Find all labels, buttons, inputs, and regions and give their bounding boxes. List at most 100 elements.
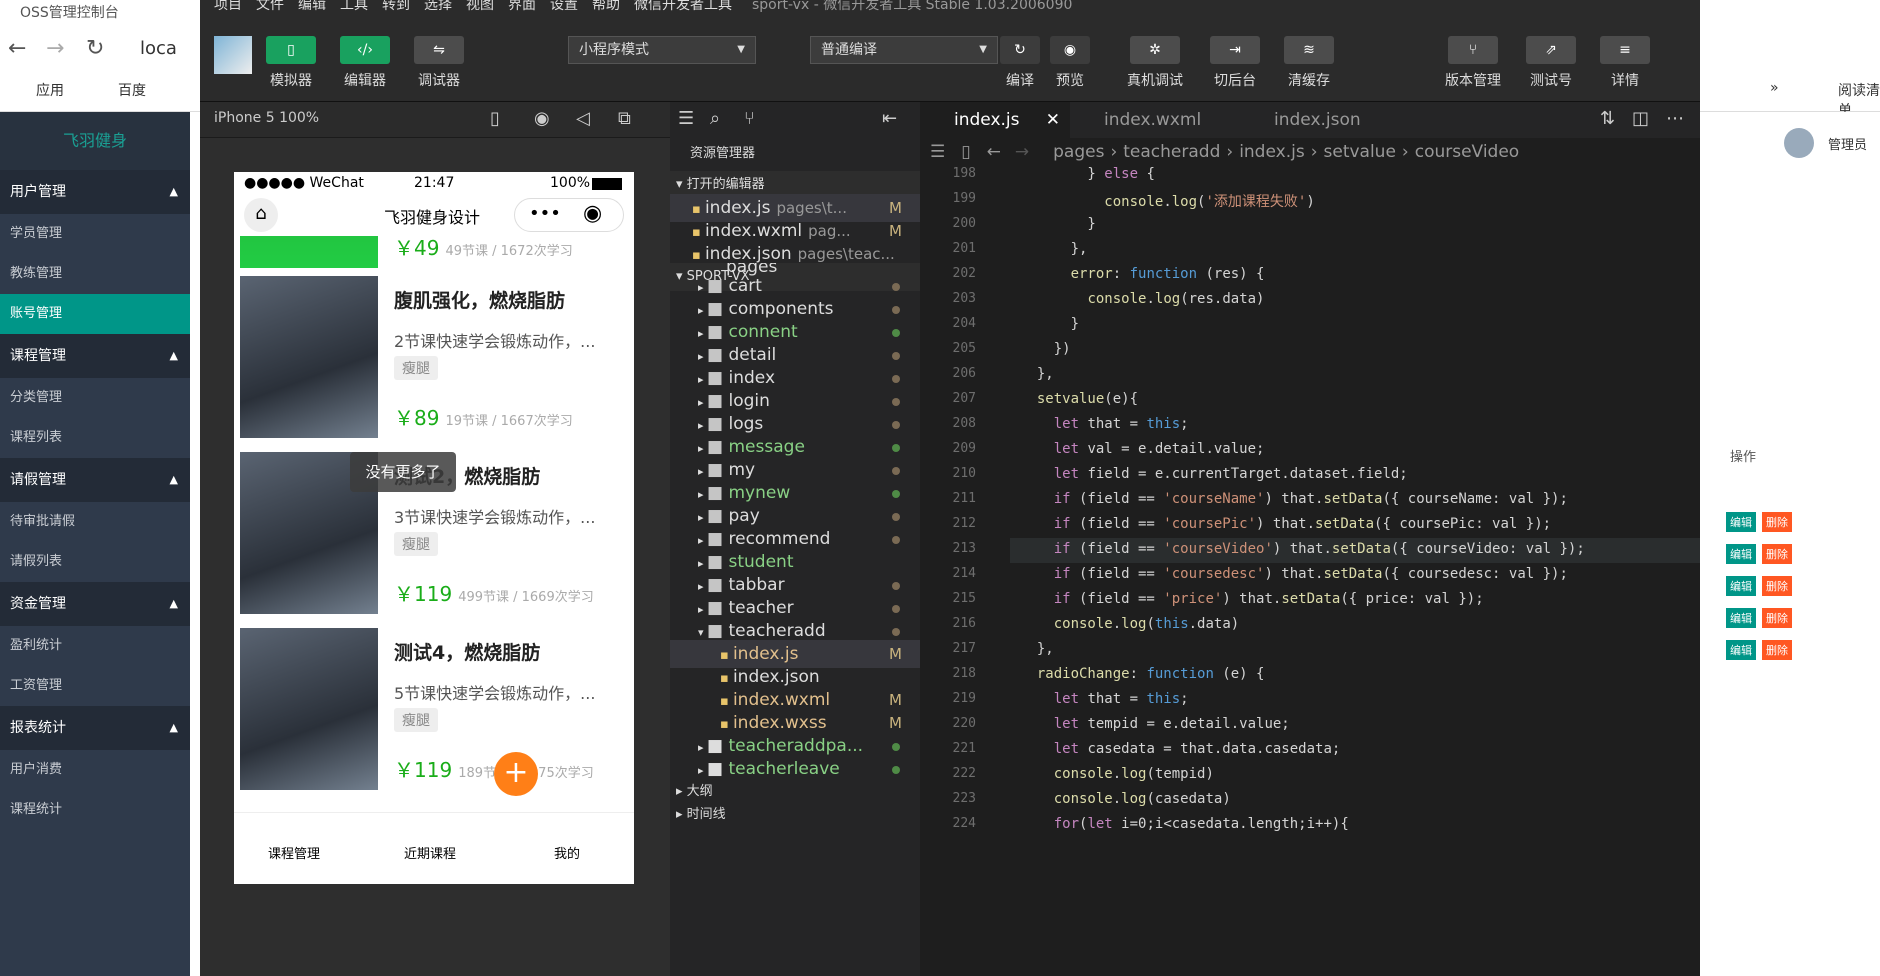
sidebar-item[interactable]: 用户消费 bbox=[0, 750, 190, 790]
code-line[interactable]: console.log(this.data) bbox=[1020, 616, 1239, 632]
test-no-button[interactable]: ⇗ bbox=[1526, 36, 1576, 64]
sidebar-item[interactable]: 账号管理 bbox=[0, 294, 190, 334]
collapse-icon[interactable]: ⇤ bbox=[882, 108, 897, 129]
code-line[interactable]: if (field == 'courseVideo') that.setData… bbox=[1020, 541, 1585, 557]
menu-item[interactable]: 设置 bbox=[550, 0, 578, 13]
nav-back-icon[interactable]: ← bbox=[987, 142, 1001, 162]
code-area[interactable]: 198 } else {199 console.log('添加课程失败') 200… bbox=[920, 166, 1700, 976]
menu-item[interactable]: 选择 bbox=[424, 0, 452, 13]
bookmark-icon[interactable]: ▯ bbox=[961, 142, 970, 162]
close-mini-icon[interactable]: ◉ bbox=[583, 201, 602, 226]
sidebar-group[interactable]: 课程管理 ▲ bbox=[0, 334, 190, 378]
code-line[interactable]: if (field == 'price') that.setData({ pri… bbox=[1020, 591, 1484, 607]
more-icon[interactable]: ••• bbox=[529, 203, 561, 224]
more-actions-icon[interactable]: ⋯ bbox=[1666, 108, 1684, 129]
sidebar-item[interactable]: 工资管理 bbox=[0, 666, 190, 706]
menu-item[interactable]: 视图 bbox=[466, 0, 494, 13]
editor-tab[interactable]: index.wxml bbox=[1070, 102, 1230, 138]
sidebar-item[interactable]: 分类管理 bbox=[0, 378, 190, 418]
breadcrumb-item[interactable]: pages bbox=[1053, 142, 1104, 162]
timeline-section[interactable]: ▸ 时间线 bbox=[670, 801, 920, 829]
menu-item[interactable]: 界面 bbox=[508, 0, 536, 13]
bookmark-more[interactable]: » bbox=[1770, 80, 1779, 96]
compile-mode-select[interactable]: 普通编译 ▼ bbox=[810, 36, 998, 64]
breadcrumb-item[interactable]: index.js bbox=[1239, 142, 1305, 162]
home-icon[interactable]: ⌂ bbox=[244, 198, 278, 232]
sidebar-item[interactable]: 请假列表 bbox=[0, 542, 190, 582]
details-button[interactable]: ≡ bbox=[1600, 36, 1650, 64]
compile-button[interactable]: ↻ bbox=[1000, 36, 1040, 64]
tab-mine[interactable]: 我的 bbox=[554, 843, 580, 862]
sound-icon[interactable]: ◁ bbox=[576, 108, 590, 129]
menu-item[interactable]: 微信开发者工具 bbox=[634, 0, 732, 13]
edit-button[interactable]: 编辑 bbox=[1726, 544, 1756, 564]
version-button[interactable]: ⑂ bbox=[1448, 36, 1498, 64]
breadcrumb-item[interactable]: setvalue bbox=[1324, 142, 1396, 162]
close-icon[interactable]: ✕ bbox=[1046, 102, 1060, 138]
code-line[interactable]: console.log(casedata) bbox=[1020, 791, 1231, 807]
clear-cache-button[interactable]: ≋ bbox=[1284, 36, 1334, 64]
menu-item[interactable]: 文件 bbox=[256, 0, 284, 13]
code-line[interactable]: let that = this; bbox=[1020, 416, 1189, 432]
backstage-button[interactable]: ⇥ bbox=[1210, 36, 1260, 64]
sidebar-group[interactable]: 报表统计 ▲ bbox=[0, 706, 190, 750]
code-line[interactable]: for(let i=0;i<casedata.length;i++){ bbox=[1020, 816, 1349, 832]
code-line[interactable]: }, bbox=[1020, 241, 1088, 257]
add-fab-button[interactable]: + bbox=[494, 752, 538, 796]
avatar[interactable] bbox=[1784, 128, 1814, 158]
course-card[interactable]: 腹肌强化，燃烧脂肪 2节课快速学会锻炼动作，... 瘦腿 ￥89 19节课 / 1667… bbox=[240, 276, 630, 438]
code-line[interactable]: }, bbox=[1020, 641, 1054, 657]
real-debug-button[interactable]: ✲ bbox=[1130, 36, 1180, 64]
preview-button[interactable]: ◉ bbox=[1050, 36, 1090, 64]
sidebar-item[interactable]: 待审批请假 bbox=[0, 502, 190, 542]
tab-recent-course[interactable]: 近期课程 bbox=[404, 843, 456, 862]
code-line[interactable]: let that = this; bbox=[1020, 691, 1189, 707]
menu-item[interactable]: 转到 bbox=[382, 0, 410, 13]
code-line[interactable]: let val = e.detail.value; bbox=[1020, 441, 1265, 457]
phone-icon[interactable]: ▯ bbox=[490, 108, 500, 129]
code-line[interactable]: }, bbox=[1020, 366, 1054, 382]
url-field[interactable]: loca bbox=[140, 38, 177, 59]
mode-select[interactable]: 小程序模式 ▼ bbox=[568, 36, 756, 64]
menu-item[interactable]: 帮助 bbox=[592, 0, 620, 13]
device-select[interactable]: iPhone 5 100% bbox=[214, 110, 319, 126]
code-line[interactable]: let field = e.currentTarget.dataset.fiel… bbox=[1020, 466, 1408, 482]
window-icon[interactable]: ⧉ bbox=[618, 108, 631, 129]
edit-button[interactable]: 编辑 bbox=[1726, 640, 1756, 660]
project-avatar[interactable] bbox=[214, 36, 252, 74]
sidebar-item[interactable]: 盈利统计 bbox=[0, 626, 190, 666]
delete-button[interactable]: 删除 bbox=[1762, 512, 1792, 532]
reload-icon[interactable]: ↻ bbox=[86, 36, 104, 61]
edit-button[interactable]: 编辑 bbox=[1726, 512, 1756, 532]
delete-button[interactable]: 删除 bbox=[1762, 608, 1792, 628]
code-line[interactable]: radioChange: function (e) { bbox=[1020, 666, 1265, 682]
list-icon[interactable]: ☰ bbox=[678, 108, 694, 129]
sidebar-group[interactable]: 用户管理 ▲ bbox=[0, 170, 190, 214]
code-line[interactable]: }) bbox=[1020, 341, 1071, 357]
bookmark-baidu[interactable]: 百度 bbox=[118, 80, 146, 100]
delete-button[interactable]: 删除 bbox=[1762, 544, 1792, 564]
sidebar-group[interactable]: 资金管理 ▲ bbox=[0, 582, 190, 626]
back-icon[interactable]: ← bbox=[8, 36, 26, 61]
edit-button[interactable]: 编辑 bbox=[1726, 608, 1756, 628]
sidebar-item[interactable]: 学员管理 bbox=[0, 214, 190, 254]
sidebar-item[interactable]: 课程统计 bbox=[0, 790, 190, 830]
delete-button[interactable]: 删除 bbox=[1762, 576, 1792, 596]
record-icon[interactable]: ◉ bbox=[534, 108, 550, 129]
breadcrumb-item[interactable]: teacheradd bbox=[1123, 142, 1220, 162]
split-icon[interactable]: ◫ bbox=[1632, 108, 1649, 129]
code-line[interactable]: console.log('添加课程失败') bbox=[1020, 191, 1314, 211]
admin-user[interactable]: 管理员 bbox=[1828, 134, 1867, 153]
edit-button[interactable]: 编辑 bbox=[1726, 576, 1756, 596]
code-line[interactable]: if (field == 'courseName') that.setData(… bbox=[1020, 491, 1568, 507]
code-line[interactable]: console.log(res.data) bbox=[1020, 291, 1264, 307]
code-line[interactable]: error: function (res) { bbox=[1020, 266, 1265, 282]
compare-icon[interactable]: ⇅ bbox=[1600, 108, 1615, 129]
menu-item[interactable]: 编辑 bbox=[298, 0, 326, 13]
code-line[interactable]: } bbox=[1020, 316, 1079, 332]
code-line[interactable]: } bbox=[1020, 216, 1095, 232]
course-card[interactable]: 测试4，燃烧脂肪5节课快速学会锻炼动作，...瘦腿￥119189节课 / 167… bbox=[240, 628, 630, 790]
course-card[interactable]: ￥49 49节课 / 1672次学习 bbox=[240, 236, 630, 268]
simulator-button[interactable]: ▯ bbox=[266, 36, 316, 64]
forward-icon[interactable]: → bbox=[46, 36, 64, 61]
